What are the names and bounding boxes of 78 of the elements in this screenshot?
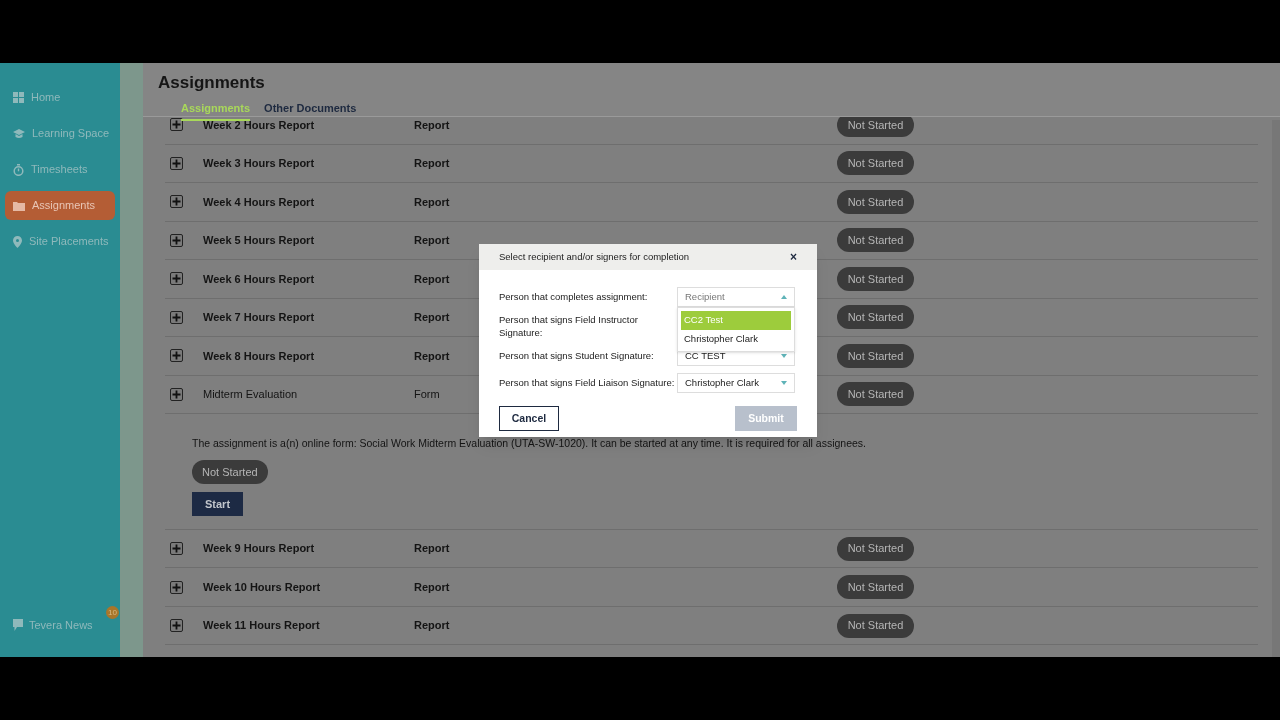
stopwatch-icon [13,163,24,176]
plus-icon [172,544,181,553]
expand-toggle[interactable] [170,156,183,170]
assignment-type: Report [414,194,450,210]
assignment-name[interactable]: Week 8 Hours Report [203,347,315,364]
plus-icon [172,235,181,245]
graduation-cap-icon [13,128,25,139]
assignment-type: Report [414,117,450,133]
assignment-name[interactable]: Week 10 Hours Report [203,578,321,596]
field-label: Person that signs Student Signature: [499,349,655,362]
expand-toggle[interactable] [170,542,183,555]
sidebar-item[interactable]: Assignments [5,191,115,220]
map-pin-icon [13,235,22,248]
assignment-name[interactable]: Week 4 Hours Report [203,193,315,210]
assignment-name[interactable]: Week 6 Hours Report [203,270,315,287]
expand-toggle[interactable] [170,118,183,132]
page-title: Assignments [158,72,266,94]
assignment-type: Report [414,618,450,634]
select-field[interactable]: Recipient [677,287,795,307]
status-badge: Not Started [837,613,914,638]
expand-toggle[interactable] [170,580,183,594]
assignment-name[interactable]: Midterm Evaluation [203,386,298,403]
assignment-type: Report [414,541,450,557]
cancel-button[interactable]: Cancel [499,406,559,431]
folder-icon [13,200,25,211]
status-badge: Not Started [837,228,914,253]
plus-icon [172,621,181,630]
expand-toggle[interactable] [170,272,183,286]
status-badge: Not Started [837,536,914,561]
expand-toggle[interactable] [170,310,183,324]
expand-toggle[interactable] [170,387,183,401]
close-button[interactable]: × [790,251,797,263]
start-button[interactable]: Start [192,491,244,516]
status-badge: Not Started [837,151,914,176]
assignment-type: Report [414,156,450,171]
status-badge: Not Started [837,575,914,599]
caret-down-icon [781,381,787,385]
plus-icon [172,389,181,399]
field-label: Person that signs Field Liaison Signature: [499,376,676,389]
expand-toggle[interactable] [170,349,183,363]
assignment-type: Report [414,579,450,595]
grid-icon [13,92,24,103]
status-badge: Not Started [192,459,268,484]
select-field[interactable]: Christopher Clark [677,373,795,393]
assignment-name[interactable]: Week 11 Hours Report [203,617,320,634]
plus-icon [172,312,181,322]
plus-icon [172,274,181,284]
status-badge: Not Started [837,305,914,330]
field-label: Person that completes assignment: [499,290,649,303]
dropdown-option[interactable]: Christopher Clark [681,330,791,349]
assignment-type: Form [414,387,440,402]
assignment-type: Report [414,348,450,364]
assignment-description: The assignment is a(n) online form: Social Work Midterm Evaluation (UTA-SW-1020). It can be started at any time. It is required for all assignees. [192,436,867,451]
plus-icon [172,351,181,361]
expand-toggle[interactable] [170,619,183,632]
status-badge: Not Started [837,343,914,368]
plus-icon [172,120,181,130]
assignment-name[interactable]: Week 3 Hours Report [203,155,315,172]
caret-up-icon [781,295,787,299]
plus-icon [172,582,181,592]
notification-badge: 10 [106,606,119,619]
field-label: Person that signs Field Instructor Signature: [499,313,639,339]
status-badge: Not Started [837,382,914,407]
assignment-type: Report [414,271,450,287]
expand-toggle[interactable] [170,195,183,209]
plus-icon [172,158,181,168]
caret-down-icon [781,354,787,358]
status-badge: Not Started [837,189,914,214]
plus-icon [172,197,181,207]
expand-toggle[interactable] [170,233,183,247]
assignment-name[interactable]: Week 7 Hours Report [203,309,315,326]
assignment-name[interactable]: Week 5 Hours Report [203,232,315,249]
assignment-name[interactable]: Week 9 Hours Report [203,540,315,557]
assignment-type: Report [414,233,450,248]
scrollbar[interactable] [1272,120,1280,657]
status-badge: Not Started [837,266,914,291]
assignment-type: Report [414,310,450,325]
dialog-title: Select recipient and/or signers for completion [499,249,690,264]
